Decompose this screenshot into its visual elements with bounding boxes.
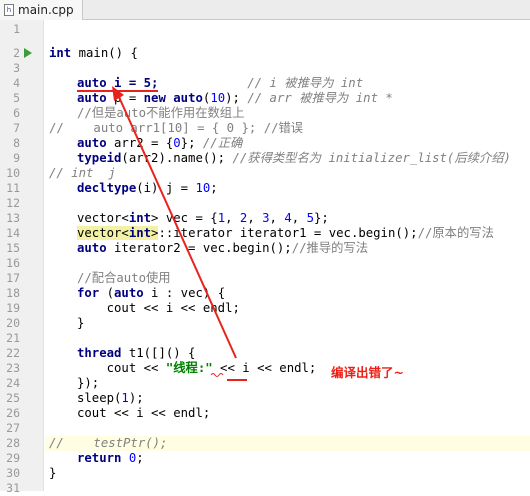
code-line: sleep(1); bbox=[77, 391, 144, 405]
line-number: 3 bbox=[13, 61, 20, 75]
line-number: 24 bbox=[6, 376, 20, 390]
line-number: 1 bbox=[13, 22, 20, 36]
line-number: 25 bbox=[6, 391, 20, 405]
line-number: 20 bbox=[6, 316, 20, 330]
line-number: 18 bbox=[6, 286, 20, 300]
line-number: 31 bbox=[6, 481, 20, 495]
editor-tab-bar: h main.cpp bbox=[0, 0, 530, 20]
line-number: 9 bbox=[13, 151, 20, 165]
auto-i-declaration: auto i = 5; bbox=[77, 76, 159, 92]
code-comment: //配合auto使用 bbox=[77, 271, 171, 285]
line-number: 23 bbox=[6, 361, 20, 375]
line-number: 12 bbox=[6, 196, 20, 210]
line-number: 14 bbox=[6, 226, 20, 240]
line-number: 16 bbox=[6, 256, 20, 270]
code-line: typeid(arr2).name(); //获得类型名为 initialize… bbox=[77, 151, 511, 165]
line-number: 7 bbox=[13, 121, 20, 135]
line-number: 15 bbox=[6, 241, 20, 255]
code-line: auto i = 5; // i 被推导为 int bbox=[77, 76, 364, 92]
line-number: 4 bbox=[13, 76, 20, 90]
cpp-file-icon: h bbox=[4, 4, 14, 16]
code-line: auto p = new auto(10); // arr 被推导为 int * bbox=[77, 91, 393, 105]
code-line: } bbox=[49, 466, 57, 480]
tab-main-cpp[interactable]: h main.cpp bbox=[0, 0, 83, 20]
line-number: 17 bbox=[6, 271, 20, 285]
code-comment: // testPtr(); bbox=[49, 436, 168, 450]
error-annotation-text: 编译出错了~ bbox=[331, 365, 404, 380]
line-number-gutter: 1 2 3 4 5 6 7 8 9 10 11 12 13 14 15 16 1… bbox=[0, 20, 44, 495]
code-line: } bbox=[77, 316, 85, 330]
code-line: }); bbox=[77, 376, 100, 390]
code-editor[interactable]: int main() { auto i = 5; // i 被推导为 int a… bbox=[45, 20, 530, 491]
code-line: thread t1([]() { bbox=[77, 346, 196, 360]
line-number: 22 bbox=[6, 346, 20, 360]
code-line: auto arr2 = {0}; //正确 bbox=[77, 136, 243, 150]
run-icon[interactable] bbox=[24, 48, 32, 58]
line-number: 19 bbox=[6, 301, 20, 315]
line-number: 5 bbox=[13, 91, 20, 105]
code-line: auto iterator2 = vec.begin();//推导的写法 bbox=[77, 241, 369, 255]
code-line: vector<int>::iterator iterator1 = vec.be… bbox=[77, 226, 494, 240]
line-number: 27 bbox=[6, 421, 20, 435]
line-number: 13 bbox=[6, 211, 20, 225]
code-line: cout << i << endl; bbox=[77, 301, 240, 315]
tab-label: main.cpp bbox=[18, 3, 74, 17]
line-number: 29 bbox=[6, 451, 20, 465]
code-comment: // int j bbox=[49, 166, 116, 180]
code-line: decltype(i) j = 10; bbox=[77, 181, 218, 195]
line-number: 30 bbox=[6, 466, 20, 480]
code-line: int main() { bbox=[49, 46, 138, 60]
line-number: 2 bbox=[13, 46, 20, 60]
line-number: 6 bbox=[13, 106, 20, 120]
line-number: 10 bbox=[6, 166, 20, 180]
code-comment: //但是auto不能作用在数组上 bbox=[77, 106, 245, 120]
line-number: 28 bbox=[6, 436, 20, 450]
code-line: return 0; bbox=[77, 451, 144, 465]
code-line: cout << "线程:" << i << endl; bbox=[77, 361, 317, 375]
code-line: vector<int> vec = {1, 2, 3, 4, 5}; bbox=[77, 211, 329, 225]
line-number: 8 bbox=[13, 136, 20, 150]
line-number: 26 bbox=[6, 406, 20, 420]
code-comment: // auto arr1[10] = { 0 }; //错误 bbox=[49, 121, 304, 135]
code-line: for (auto i : vec) { bbox=[77, 286, 226, 300]
code-line: cout << i << endl; bbox=[77, 406, 211, 420]
line-number: 11 bbox=[6, 181, 20, 195]
line-number: 21 bbox=[6, 331, 20, 345]
